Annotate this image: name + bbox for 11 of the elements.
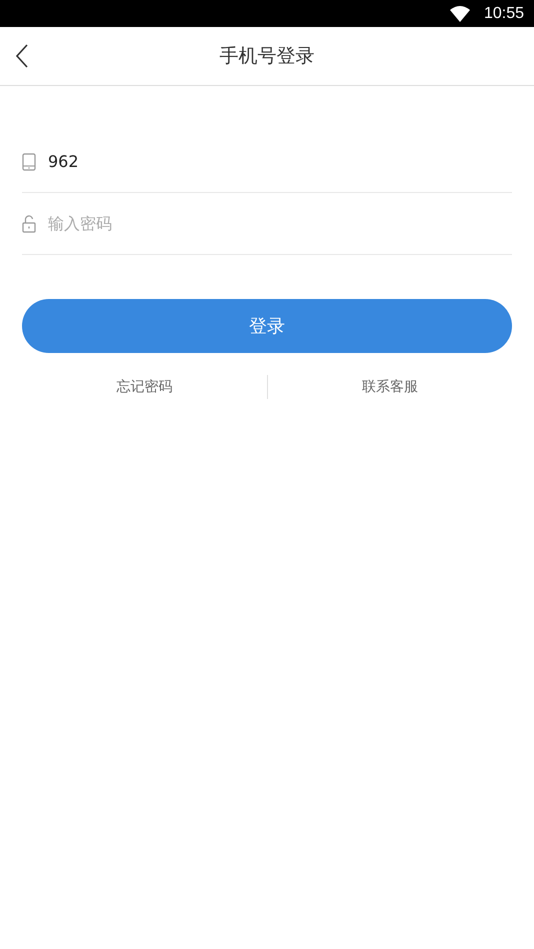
padlock-icon <box>22 214 36 232</box>
chevron-left-icon <box>16 44 28 68</box>
footer-link[interactable]: 联系客服 <box>268 378 512 396</box>
login-button[interactable]: 登录 <box>22 299 512 353</box>
phone-icon <box>22 152 36 170</box>
wifi-icon <box>450 6 470 22</box>
footer-link[interactable]: 忘记密码 <box>22 378 266 396</box>
page-title: 手机号登录 <box>220 44 314 69</box>
password-field[interactable]: 输入密码 <box>48 214 512 233</box>
status-time: 10:55 <box>484 4 524 22</box>
phone-field[interactable]: 962 <box>48 152 512 171</box>
